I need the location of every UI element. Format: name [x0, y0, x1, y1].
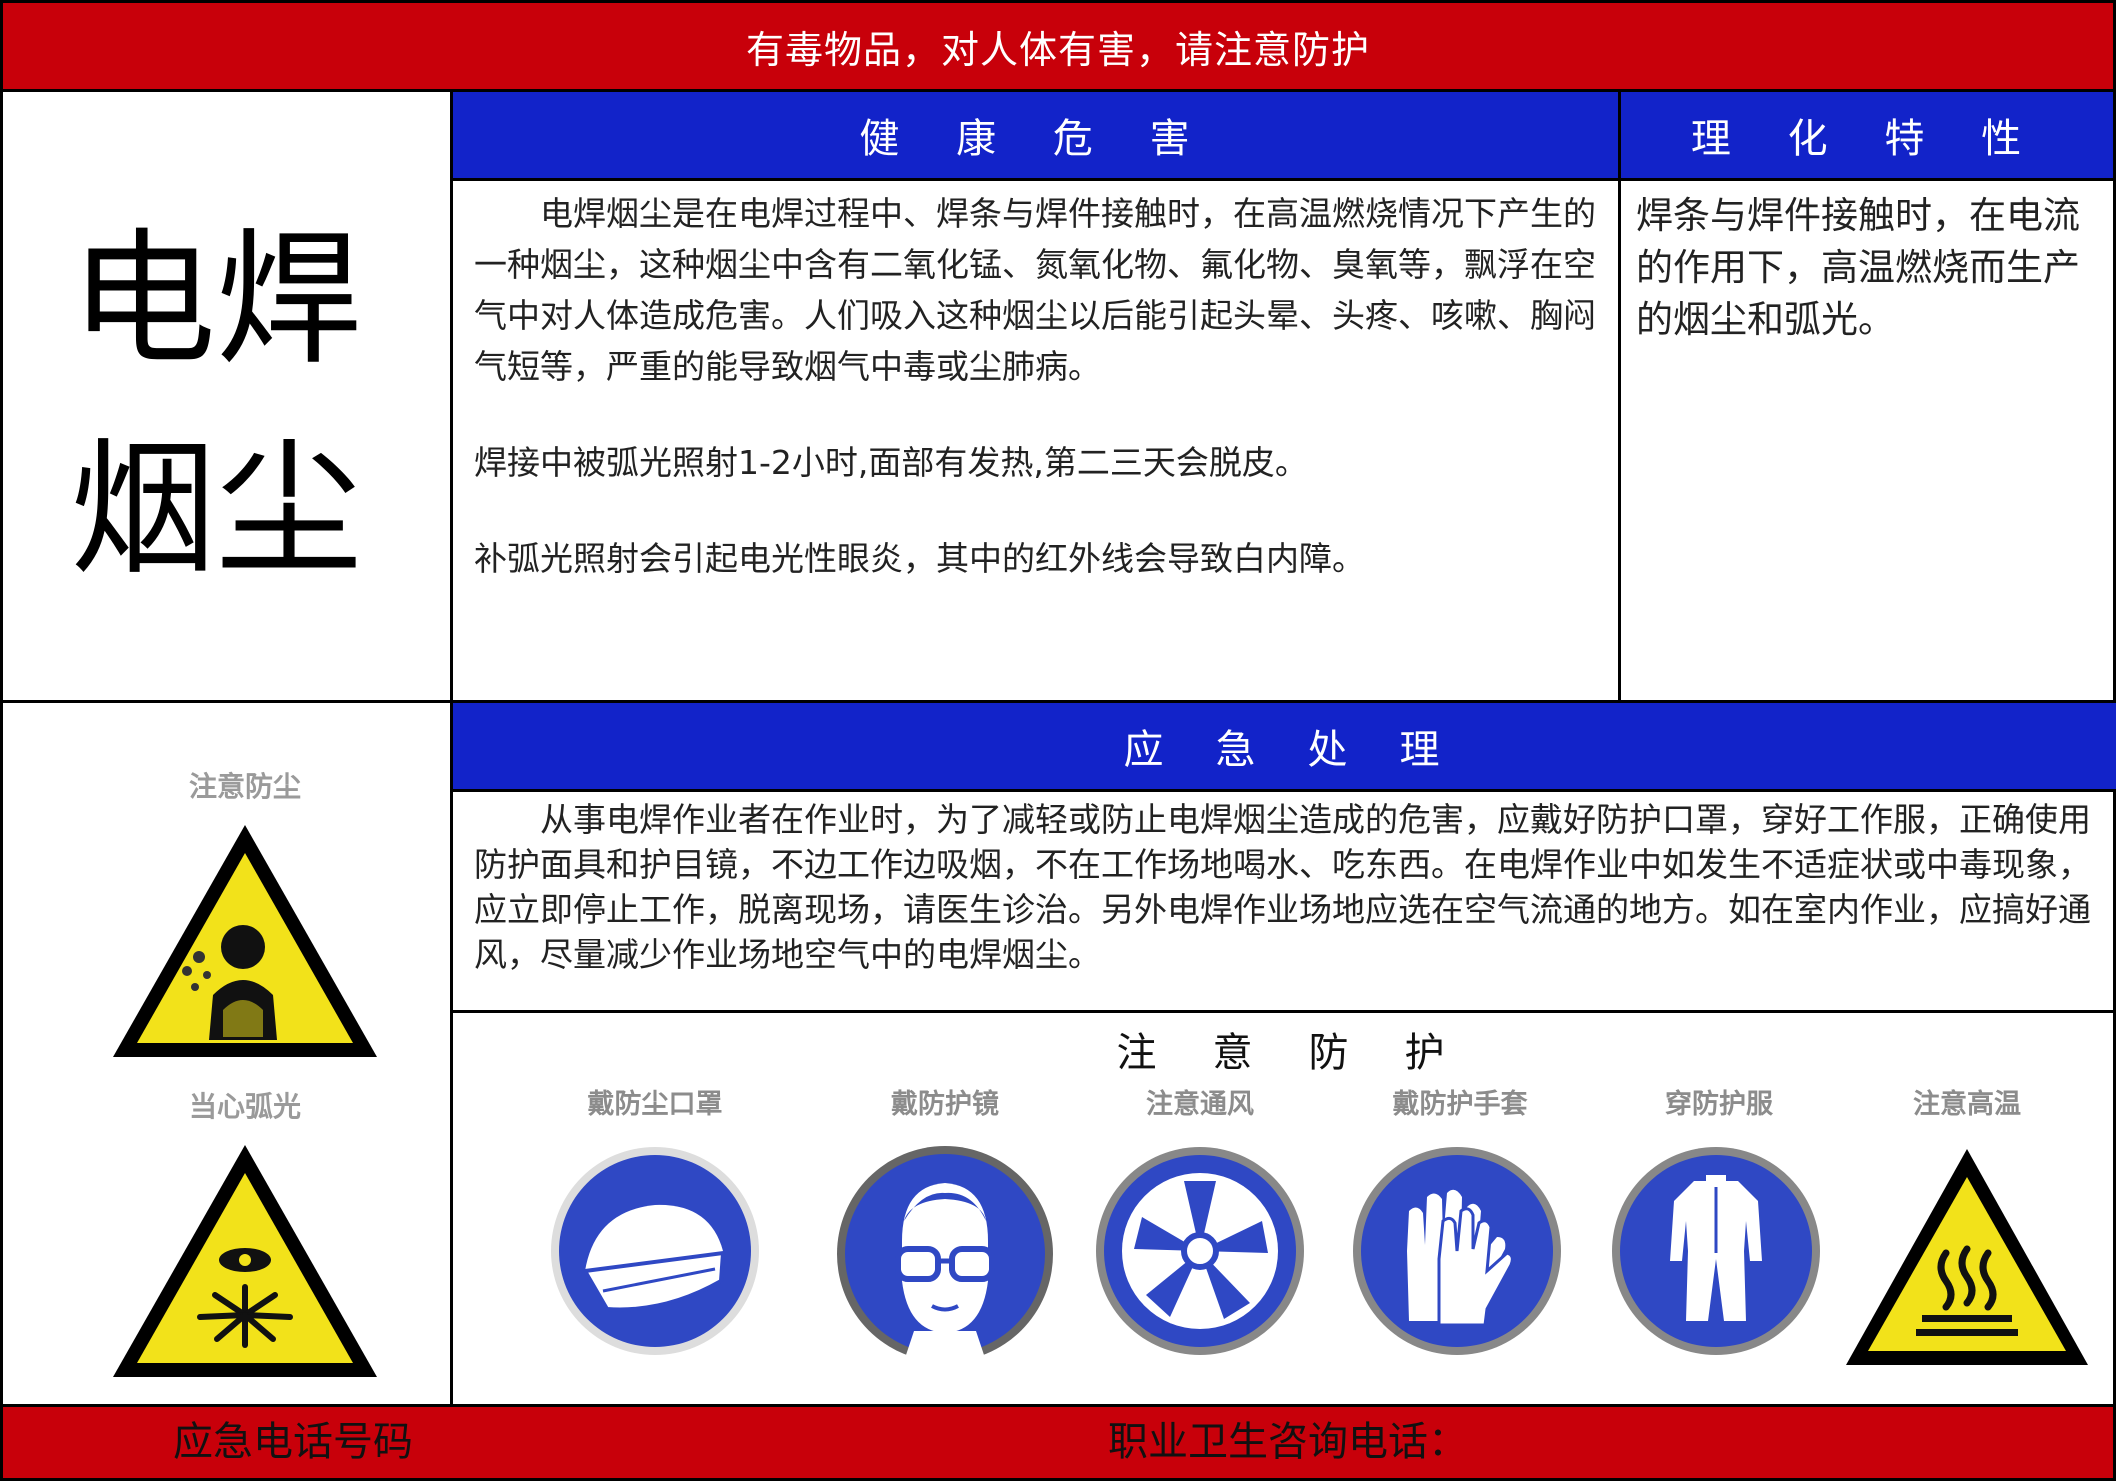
warning-sign-label: 当心弧光: [188, 1090, 301, 1123]
properties-text: 焊条与焊件接触时，在电流的作用下，高温燃烧而生产的烟尘和弧光。: [1636, 194, 2080, 341]
emergency-phone-label: 应急电话号码: [173, 1419, 413, 1465]
goggles-icon: [837, 1146, 1053, 1367]
ventilation-icon: [1096, 1147, 1304, 1355]
ppe-high-temperature: 注意高温: [1842, 1082, 2092, 1373]
dust-mask-icon: [551, 1147, 759, 1355]
health-paragraph-2: 焊接中被弧光照射1-2小时,面部有发热,第二三天会脱皮。: [474, 443, 1308, 482]
ppe-gloves: 戴防护手套: [1347, 1082, 1573, 1361]
health-hazard-content: 电焊烟尘是在电焊过程中、焊条与焊件接触时，在高温燃烧情况下产生的一种烟尘，这种烟…: [474, 188, 1616, 584]
ppe-label: 注意高温: [1913, 1089, 2021, 1120]
gloves-icon: [1353, 1147, 1561, 1355]
protection-heading: 注 意 防 护: [453, 1020, 2116, 1078]
high-temperature-warning-icon: [1846, 1149, 2088, 1365]
ppe-label: 戴防护镜: [891, 1089, 999, 1120]
properties-heading-text: 理 化 特 性: [1690, 116, 2044, 162]
protection-heading-text: 注 意 防 护: [1116, 1030, 1453, 1076]
arc-light-warning-icon: [113, 1145, 377, 1377]
emergency-heading-text: 应 急 处 理: [1123, 727, 1446, 773]
page-title: 电焊 烟尘: [70, 195, 390, 615]
protective-suit-icon: [1612, 1147, 1820, 1355]
title-line-2: 烟尘: [70, 425, 362, 595]
health-hazard-heading: 健 康 危 害: [453, 92, 1618, 178]
divider: [453, 789, 2116, 792]
title-line-1: 电焊: [70, 215, 362, 385]
health-hazard-heading-text: 健 康 危 害: [859, 116, 1212, 162]
divider: [453, 178, 2116, 181]
warning-sign-arc-light: 当心弧光: [105, 1085, 385, 1385]
properties-content: 焊条与焊件接触时，在电流的作用下，高温燃烧而生产的烟尘和弧光。: [1636, 190, 2096, 346]
ppe-label: 注意通风: [1146, 1089, 1254, 1120]
properties-heading: 理 化 特 性: [1621, 92, 2113, 178]
emergency-heading: 应 急 处 理: [453, 703, 2116, 789]
header-warning-text: 有毒物品，对人体有害，请注意防护: [745, 27, 1370, 72]
health-paragraph-1: 电焊烟尘是在电焊过程中、焊条与焊件接触时，在高温燃烧情况下产生的一种烟尘，这种烟…: [474, 194, 1596, 386]
emergency-content: 从事电焊作业者在作业时，为了减轻或防止电焊烟尘造成的危害，应戴好防护口罩，穿好工…: [474, 797, 2099, 977]
ppe-label: 穿防护服: [1665, 1089, 1773, 1120]
ppe-label: 戴防尘口罩: [587, 1089, 723, 1120]
header-warning-bar: 有毒物品，对人体有害，请注意防护: [3, 3, 2113, 89]
divider: [453, 1010, 2116, 1013]
ppe-goggles: 戴防护镜: [832, 1082, 1058, 1367]
ppe-label: 戴防护手套: [1392, 1089, 1528, 1120]
ppe-dust-mask: 戴防尘口罩: [545, 1082, 765, 1361]
emergency-text: 从事电焊作业者在作业时，为了减轻或防止电焊烟尘造成的危害，应戴好防护口罩，穿好工…: [474, 800, 2091, 974]
ppe-protective-suit: 穿防护服: [1606, 1082, 1832, 1361]
warning-sign-dust: 注意防尘: [105, 765, 385, 1065]
ppe-ventilation: 注意通风: [1090, 1082, 1310, 1361]
dust-warning-icon: [113, 825, 377, 1057]
health-paragraph-3: 补弧光照射会引起电光性眼炎，其中的红外线会导致白内障。: [474, 539, 1365, 578]
consult-phone-label: 职业卫生咨询电话：: [1108, 1419, 1468, 1465]
warning-sign-label: 注意防尘: [188, 770, 301, 803]
